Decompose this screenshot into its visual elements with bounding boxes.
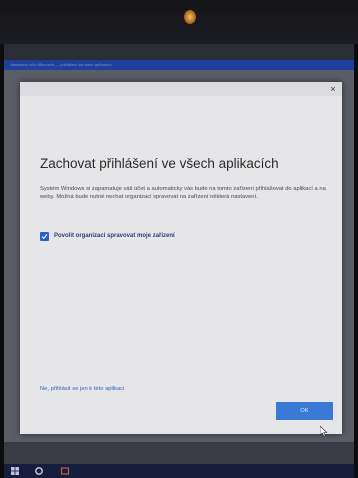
desktop-area bbox=[4, 442, 354, 464]
laptop-bezel bbox=[0, 0, 358, 44]
screen: Nastavení účtu Microsoft — přihlášení ke… bbox=[4, 44, 354, 478]
manage-device-checkbox[interactable] bbox=[40, 232, 49, 241]
task-view-icon[interactable] bbox=[60, 466, 70, 476]
dialog-heading: Zachovat přihlášení ve všech aplikacích bbox=[40, 156, 279, 171]
window-title: Nastavení účtu Microsoft — přihlášení ke… bbox=[10, 62, 112, 67]
ok-button[interactable]: OK bbox=[276, 402, 333, 420]
checkmark-icon bbox=[41, 234, 48, 240]
dialog-titlebar: × bbox=[20, 82, 342, 96]
cortana-icon[interactable] bbox=[34, 466, 44, 476]
sign-in-dialog: × Zachovat přihlášení ve všech aplikacíc… bbox=[20, 82, 342, 456]
camera-light bbox=[184, 10, 196, 24]
close-icon[interactable]: × bbox=[327, 83, 339, 95]
this-app-only-link[interactable]: Ne, přihlásit se jen k této aplikaci bbox=[40, 386, 124, 392]
manage-device-checkbox-row[interactable]: Povolit organizaci spravovat moje zaříze… bbox=[40, 232, 290, 242]
mouse-cursor-icon bbox=[320, 426, 328, 437]
manage-device-label: Povolit organizaci spravovat moje zaříze… bbox=[54, 233, 175, 239]
window-titlebar: Nastavení účtu Microsoft — přihlášení ke… bbox=[4, 60, 354, 70]
dialog-body-text: Systém Windows si zapamatuje váš účet a … bbox=[40, 186, 326, 200]
taskbar bbox=[4, 464, 354, 478]
windows-start-icon[interactable] bbox=[10, 466, 20, 476]
